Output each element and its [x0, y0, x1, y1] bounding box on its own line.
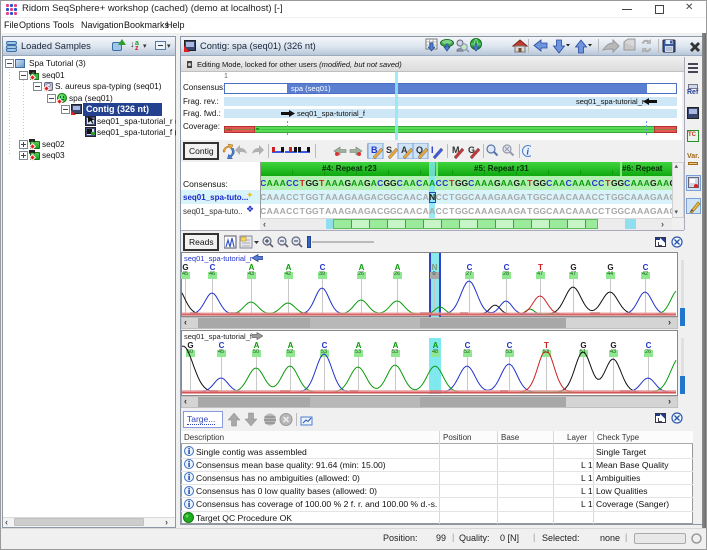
svg-text:I: I — [431, 145, 434, 155]
